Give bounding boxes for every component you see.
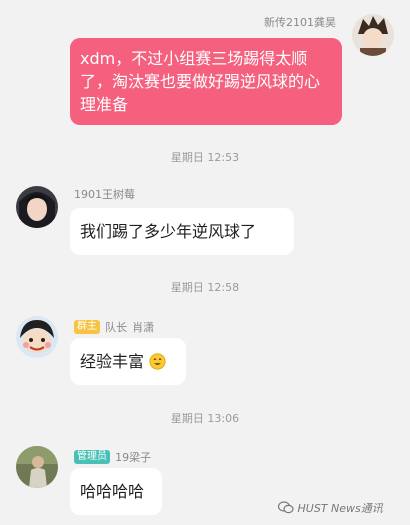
message-bubble[interactable]: 经验丰富: [70, 338, 186, 385]
sender-role: 队长: [105, 321, 128, 334]
user-avatar[interactable]: [16, 316, 58, 358]
sender-meta: 群主 队长 肖潇: [74, 316, 154, 335]
message-bubble[interactable]: 我们踢了多少年逆风球了: [70, 208, 294, 255]
message-text: 哈哈哈哈: [80, 482, 145, 501]
watermark-text: HUST News通讯: [297, 502, 383, 515]
grinning-face-icon: [149, 353, 166, 370]
admin-badge: 管理员: [74, 449, 110, 464]
message-text: 经验丰富: [80, 352, 145, 371]
sender-meta: 管理员 19梁子: [74, 446, 151, 465]
user-avatar[interactable]: [16, 186, 58, 228]
sender-name: 肖潇: [132, 321, 155, 334]
message-bubble-self[interactable]: xdm，不过小组赛三场踢得太顺了，淘汰赛也要做好踢逆风球的心理准备: [70, 38, 342, 125]
sender-name: 19梁子: [115, 451, 152, 464]
sender-name: 1901王树莓: [74, 188, 135, 201]
timestamp: 星期日 13:06: [170, 412, 240, 425]
watermark: HUST News通讯: [277, 500, 383, 516]
message-text: 我们踢了多少年逆风球了: [80, 222, 257, 241]
message-text: xdm，不过小组赛三场踢得太顺了，淘汰赛也要做好踢逆风球的心理准备: [80, 49, 321, 114]
sender-name: 新传2101龚昊: [264, 16, 336, 29]
wechat-icon: [277, 501, 294, 514]
user-avatar[interactable]: [16, 446, 58, 488]
owner-badge: 群主: [74, 319, 100, 334]
timestamp: 星期日 12:58: [170, 281, 240, 294]
user-avatar-self[interactable]: [352, 14, 394, 56]
message-bubble[interactable]: 哈哈哈哈: [70, 468, 162, 515]
timestamp: 星期日 12:53: [170, 151, 240, 164]
